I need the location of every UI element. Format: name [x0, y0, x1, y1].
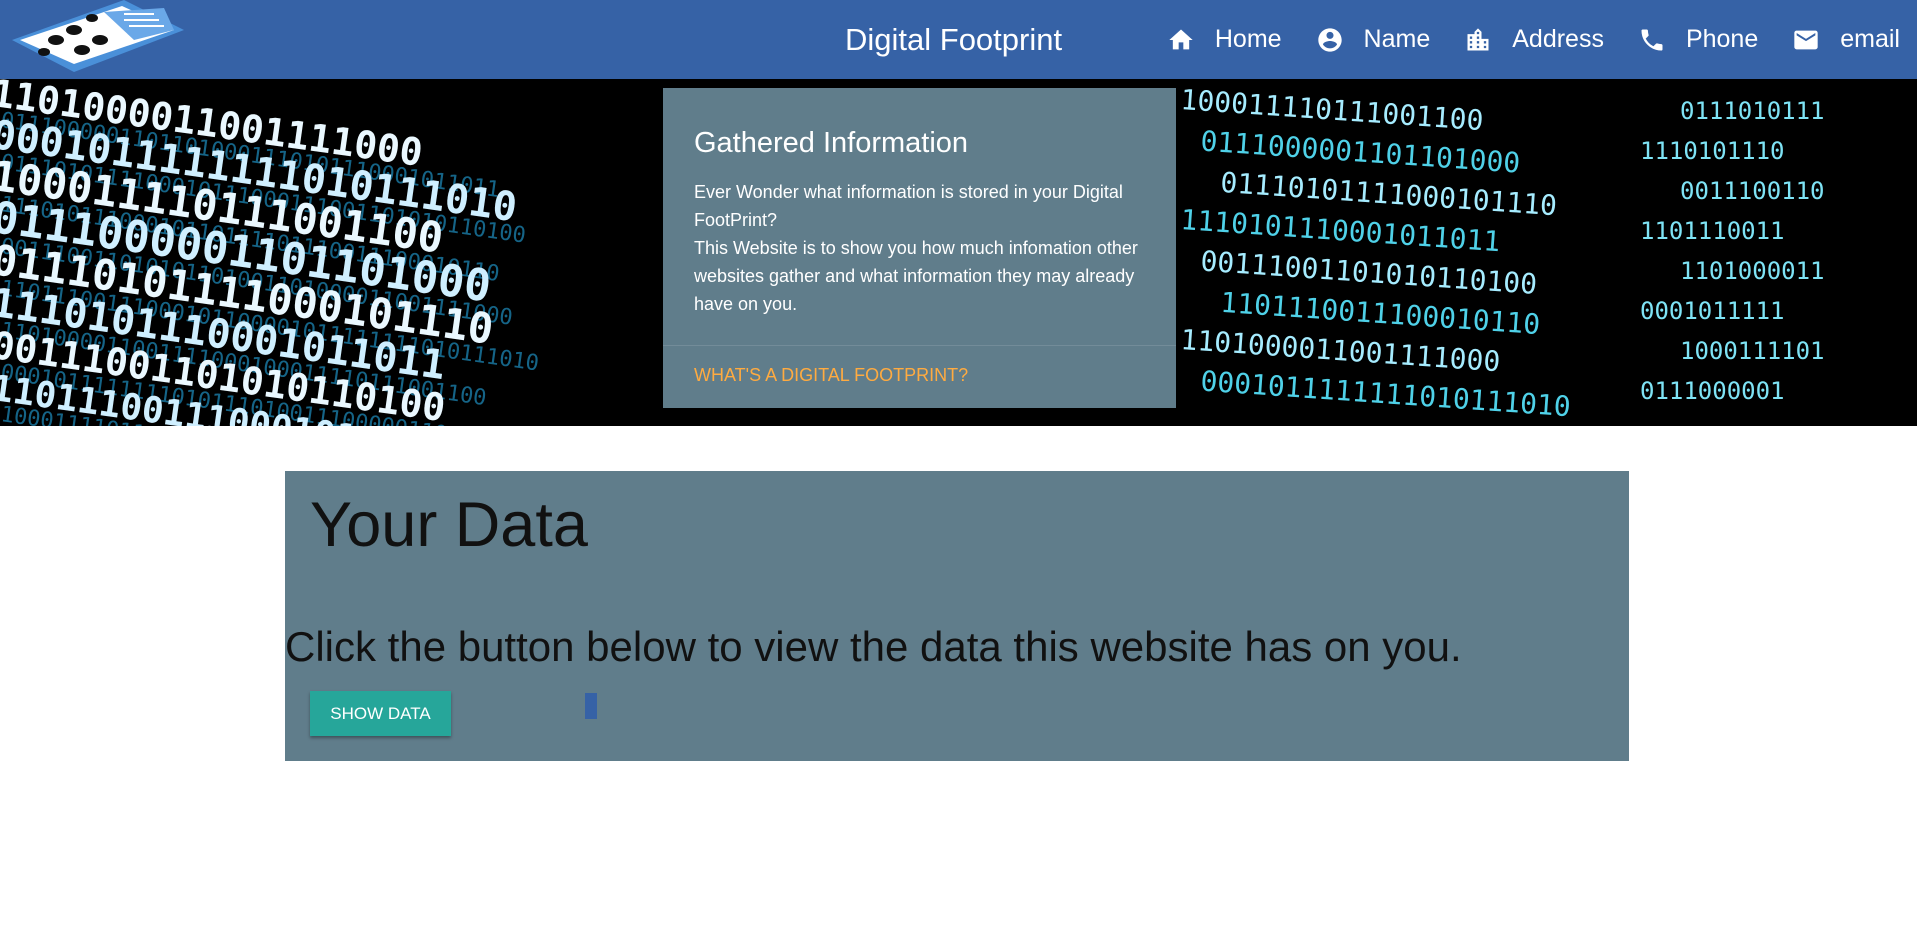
phone-icon [1638, 26, 1666, 54]
binary-digits-row: 1101110011 [1640, 217, 1785, 245]
nav-link-label: Name [1363, 25, 1431, 53]
card-title: Gathered Information [694, 127, 969, 159]
nav-link-label: email [1840, 25, 1900, 53]
mail-icon [1792, 26, 1820, 54]
top-navbar: Digital Footprint Home Name Address Phon… [0, 0, 1917, 79]
panel-title: Your Data [310, 490, 588, 560]
home-icon [1167, 26, 1195, 54]
account-circle-icon [1316, 26, 1344, 54]
card-body: Ever Wonder what information is stored i… [694, 178, 1144, 318]
card-text-line: Ever Wonder what information is stored i… [694, 182, 1123, 230]
nav-link-home[interactable]: Home [1167, 25, 1282, 54]
binary-digits-row: 1000111101 [1680, 337, 1825, 365]
nav-link-email[interactable]: email [1792, 25, 1900, 54]
nav-links: Home Name Address Phone email [1133, 0, 1900, 79]
binary-digits-row: 1110101110 [1640, 137, 1785, 165]
nav-link-label: Home [1214, 25, 1282, 53]
show-data-button[interactable]: Show Data [310, 691, 451, 736]
binary-digits-row: 1101000011 [1680, 257, 1825, 285]
card-text-line: This Website is to show you how much inf… [694, 238, 1138, 314]
site-logo[interactable] [4, 0, 190, 78]
brand-title[interactable]: Digital Footprint [845, 18, 1062, 62]
binary-digits-row: 0111010111 [1680, 97, 1825, 125]
nav-link-label: Address [1512, 25, 1604, 53]
button-backdrop [585, 693, 597, 719]
your-data-panel: Your Data Click the button below to view… [285, 471, 1629, 761]
binary-digits-row: 0001011111 [1640, 297, 1785, 325]
nav-link-phone[interactable]: Phone [1638, 25, 1758, 54]
card-divider [663, 345, 1176, 346]
binary-digits-row: 0111000001 [1640, 377, 1785, 405]
binary-digits-row: 0001011111111010111010 [1199, 364, 1571, 423]
info-card: Gathered Information Ever Wonder what in… [663, 88, 1176, 408]
nav-link-name[interactable]: Name [1316, 25, 1431, 54]
nav-link-address[interactable]: Address [1464, 25, 1604, 54]
nav-link-label: Phone [1685, 25, 1759, 53]
digital-footprint-link[interactable]: What's a Digital Footprint? [694, 362, 968, 388]
building-icon [1464, 26, 1492, 54]
panel-description: Click the button below to view the data … [285, 623, 1462, 670]
binary-digits-row: 0011100110 [1680, 177, 1825, 205]
